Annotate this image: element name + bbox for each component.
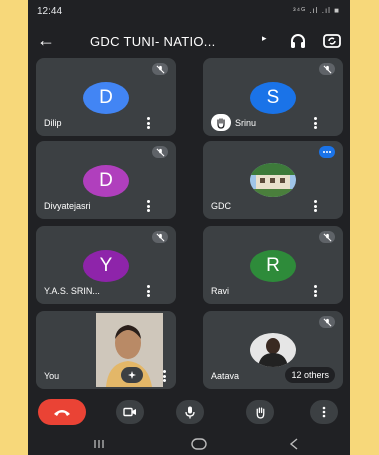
effects-icon[interactable] [121,367,143,383]
more-vert-icon[interactable] [147,285,150,297]
avatar-photo [250,333,296,367]
participant-tile-yas-srin[interactable]: Y Y.A.S. SRIN... [36,226,176,304]
participant-name: Srinu [235,118,257,128]
meeting-header: ← GDC TUNI- NATIO... ▸ [28,24,350,58]
home-icon[interactable] [189,437,209,451]
arrow-back-icon[interactable]: ← [36,30,56,50]
end-call-button[interactable] [38,399,86,425]
more-vert-icon[interactable] [147,200,150,212]
participant-name: Aatava [211,371,240,381]
participant-name: Divyatejasri [44,201,91,211]
avatar: D [83,82,129,114]
system-nav-bar [28,433,350,455]
mic-off-icon [152,231,168,243]
participant-name: Dilip [44,118,62,128]
participant-tile-ravi[interactable]: R Ravi [203,226,343,304]
call-controls [28,398,350,428]
participant-tile-divyatejasri[interactable]: D Divyatejasri [36,141,176,219]
raised-hand-icon [211,114,231,131]
avatar-photo [250,163,296,197]
status-bar: 12:44 ³⁴ᴳ .ıl .ıl ■ [28,0,350,22]
more-vert-icon[interactable] [314,117,317,129]
speaking-indicator-icon [319,146,335,158]
avatar: D [83,165,129,197]
mic-off-icon [319,316,335,328]
participant-tile-srinu[interactable]: S Srinu [203,58,343,136]
mic-off-icon [152,146,168,158]
others-count-badge[interactable]: 12 others [285,367,335,383]
meet-screen: 12:44 ³⁴ᴳ .ıl .ıl ■ ← GDC TUNI- NATIO...… [28,0,350,455]
microphone-button[interactable] [176,400,204,424]
meeting-title[interactable]: GDC TUNI- NATIO... [90,34,216,49]
avatar: S [250,82,296,114]
participant-name: GDC [211,201,231,211]
participant-name: Y.A.S. SRIN... [44,286,100,296]
switch-camera-icon[interactable] [322,31,342,51]
more-options-button[interactable] [310,400,338,424]
more-vert-icon[interactable] [314,200,317,212]
headphones-icon[interactable] [288,31,308,51]
mic-off-icon [319,63,335,75]
camera-button[interactable] [116,400,144,424]
avatar: R [250,250,296,282]
mic-off-icon [152,63,168,75]
more-vert-icon[interactable] [314,285,317,297]
recents-icon[interactable] [89,437,109,451]
more-vert-icon[interactable] [147,117,150,129]
avatar: Y [83,250,129,282]
more-vert-icon[interactable] [163,370,166,382]
mic-off-icon [319,231,335,243]
status-time: 12:44 [37,6,63,17]
status-indicators: ³⁴ᴳ .ıl .ıl ■ [292,6,340,15]
participant-tile-gdc[interactable]: GDC [203,141,343,219]
participant-name: You [44,371,60,381]
self-view-tile[interactable]: You [36,311,176,389]
participant-name: Ravi [211,286,230,296]
participant-tile-dilip[interactable]: D Dilip [36,58,176,136]
caret-right-icon[interactable]: ▸ [262,33,267,44]
back-icon[interactable] [284,437,304,451]
raise-hand-button[interactable] [246,400,274,424]
participant-tile-others[interactable]: Aatava 12 others [203,311,343,389]
